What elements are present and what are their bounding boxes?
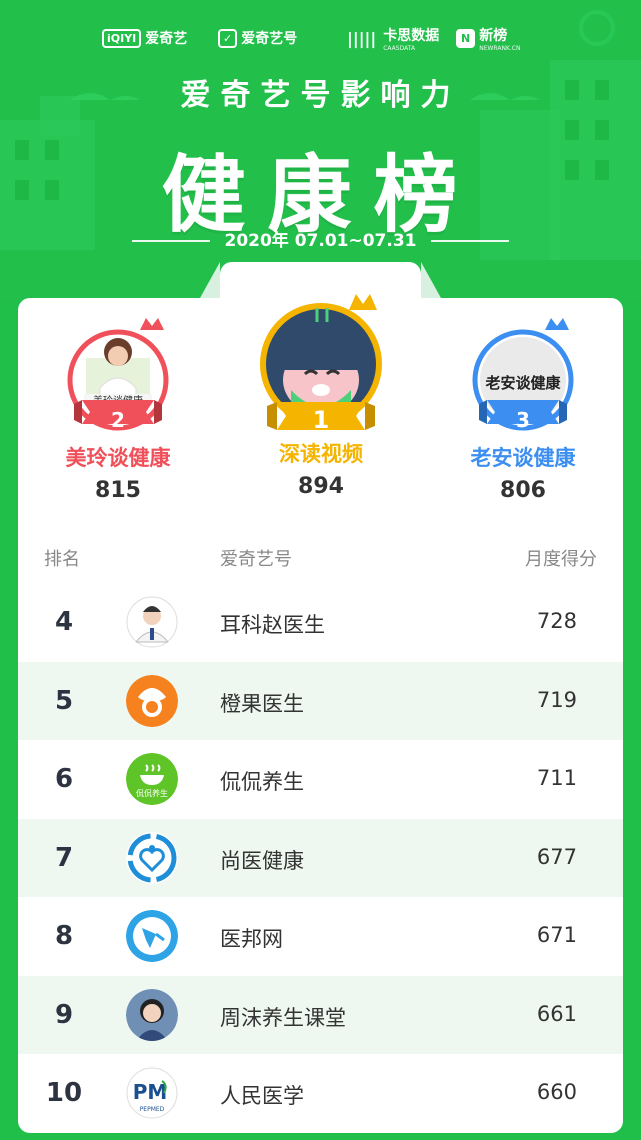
podium-second-avatar: 美玲谈健康 2 <box>28 308 208 438</box>
podium-third-avatar: 老安谈健康 3 <box>433 308 613 438</box>
bowl-logo-icon: 侃侃养生 <box>126 753 178 805</box>
row-name: 耳科赵医生 <box>220 613 325 637</box>
podium-third[interactable]: 老安谈健康 3 老安谈健康 806 <box>433 308 613 503</box>
orange-logo-icon <box>126 674 178 727</box>
row-rank: 8 <box>54 921 74 951</box>
podium-first-name: 深读视频 <box>279 442 363 466</box>
heart-logo-icon <box>126 831 178 884</box>
caasdata-sub: CAASDATA <box>383 44 416 52</box>
table-row[interactable]: 8 医邦网 671 <box>18 897 623 976</box>
row-rank: 7 <box>54 842 74 873</box>
table-row[interactable]: 5 橙果医生 719 <box>18 661 623 740</box>
row-rank: 6 <box>54 764 74 794</box>
newrank-sub: NEWRANK.CN <box>479 44 521 52</box>
row-name: 尚医健康 <box>220 848 304 873</box>
partner-logos: iQIYI 爱奇艺 ✓ 爱奇艺号 ||||| 卡思数据 CAASDATA N 新… <box>0 20 641 60</box>
header-score: 月度得分 <box>525 549 597 570</box>
table-row[interactable]: 9 周沫养生课堂 661 <box>18 975 623 1054</box>
svg-text:PM: PM <box>133 1080 168 1104</box>
row-rank: 5 <box>54 685 74 716</box>
row-rank: 4 <box>54 607 74 637</box>
row-score: 677 <box>536 844 577 869</box>
doctor-avatar-icon <box>126 596 178 648</box>
check-icon: ✓ <box>218 28 238 48</box>
podium-third-score: 806 <box>500 478 546 503</box>
row-name: 人民医学 <box>220 1084 304 1108</box>
table-row[interactable]: 10 PM PEPMED 人民医学 660 <box>18 1054 623 1133</box>
podium-second-score: 815 <box>95 478 141 503</box>
podium-second-rank: 2 <box>111 408 125 432</box>
caasdata-label: 卡思数据 <box>383 27 440 44</box>
iqiyi-account-logo: ✓ 爱奇艺号 <box>218 20 297 56</box>
row-score: 728 <box>536 609 577 633</box>
newrank-mark: N <box>456 28 476 48</box>
row-name: 医邦网 <box>220 927 283 951</box>
row-score: 719 <box>536 687 577 712</box>
row-name: 侃侃养生 <box>220 770 304 794</box>
pepmed-logo-icon: PM PEPMED <box>126 1067 178 1119</box>
svg-text:老安谈健康: 老安谈健康 <box>484 374 561 392</box>
newrank-logo: N 新榜 NEWRANK.CN <box>456 20 520 56</box>
date-text: 2020年 07.01~07.31 <box>224 231 417 251</box>
row-score: 660 <box>536 1080 577 1104</box>
caasdata-mark: ||||| <box>347 28 377 48</box>
row-score: 671 <box>536 923 577 947</box>
caasdata-logo: ||||| 卡思数据 CAASDATA <box>344 20 439 56</box>
iqiyi-mark: iQIYI <box>102 28 142 48</box>
row-name: 橙果医生 <box>220 691 304 716</box>
podium-third-rank: 3 <box>516 408 530 432</box>
row-rank: 10 <box>45 1078 83 1108</box>
iqiyi-logo: iQIYI 爱奇艺 <box>102 20 187 56</box>
podium-second[interactable]: 美玲谈健康 2 美玲谈健康 815 <box>28 308 208 503</box>
row-rank: 9 <box>54 999 74 1030</box>
podium-first-avatar: 1 <box>231 282 411 438</box>
svg-text:PEPMED: PEPMED <box>140 1106 165 1113</box>
woman-avatar-icon <box>126 988 178 1041</box>
podium-first-score: 894 <box>298 474 344 499</box>
podium-third-name: 老安谈健康 <box>470 446 576 470</box>
iqiyi-account-label: 爱奇艺号 <box>241 31 298 47</box>
table-row[interactable]: 4 耳科赵医生 728 <box>18 583 623 662</box>
header-account: 爱奇艺号 <box>220 549 292 570</box>
newrank-label: 新榜 <box>479 27 508 44</box>
row-name: 周沫养生课堂 <box>220 1005 346 1030</box>
ranking-subtitle: 爱奇艺号影响力 <box>180 78 461 113</box>
podium-first[interactable]: 1 深读视频 894 <box>231 282 411 499</box>
row-score: 661 <box>536 1001 577 1026</box>
svg-text:侃侃养生: 侃侃养生 <box>136 788 168 798</box>
iqiyi-label: 爱奇艺 <box>145 31 188 47</box>
header-rank: 排名 <box>44 549 80 570</box>
podium-second-name: 美玲谈健康 <box>65 446 171 470</box>
table-header: 排名 爱奇艺号 月度得分 <box>18 545 623 573</box>
ranking-table: 4 耳科赵医生 728 5 橙果医生 719 6 侃侃养生 侃侃养生 711 7… <box>18 583 623 1133</box>
bird-logo-icon <box>126 910 178 962</box>
table-row[interactable]: 7 尚医健康 677 <box>18 818 623 897</box>
podium-first-rank: 1 <box>312 406 330 434</box>
row-score: 711 <box>536 766 577 790</box>
table-row[interactable]: 6 侃侃养生 侃侃养生 711 <box>18 740 623 819</box>
date-range: 2020年 07.01~07.31 <box>0 226 641 251</box>
